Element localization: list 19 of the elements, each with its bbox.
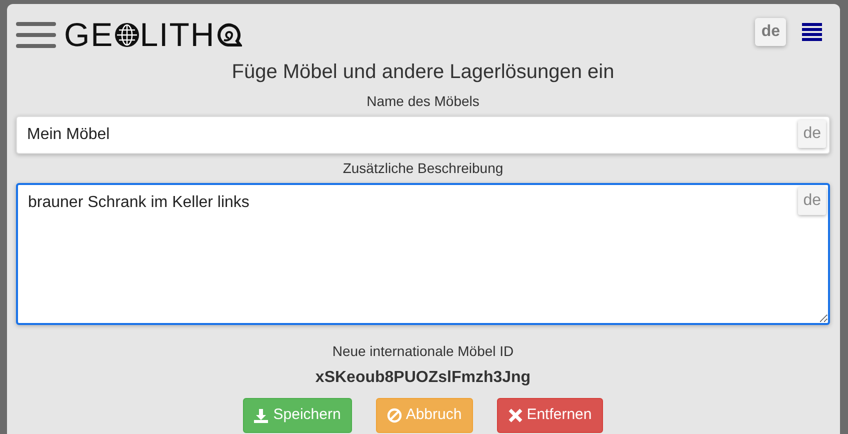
id-label: Neue internationale Möbel ID bbox=[331, 342, 515, 361]
save-button[interactable]: Speichern bbox=[243, 398, 352, 432]
field-label: Zusätzliche Beschreibung bbox=[342, 159, 504, 178]
logo-text: GE bbox=[64, 18, 114, 51]
logo-text: LITH bbox=[140, 18, 216, 51]
cancel-button[interactable]: Abbruch bbox=[376, 398, 473, 432]
language-tag[interactable]: de bbox=[798, 120, 826, 148]
globe-icon bbox=[114, 22, 140, 48]
close-icon bbox=[508, 408, 523, 423]
download-icon bbox=[254, 408, 270, 423]
menu-icon[interactable] bbox=[802, 23, 822, 41]
page-title: Füge Möbel und andere Lagerlösungen ein bbox=[230, 60, 616, 85]
delete-button[interactable]: Entfernen bbox=[496, 398, 603, 432]
language-tag[interactable]: de bbox=[798, 187, 826, 215]
language-button[interactable]: de bbox=[755, 18, 786, 46]
field-label: Name des Möbels bbox=[366, 92, 480, 111]
ban-icon bbox=[386, 408, 402, 423]
id-value: xSKeoub8PUOZslFmzh3Jng bbox=[314, 368, 532, 388]
shell-icon bbox=[215, 22, 242, 48]
